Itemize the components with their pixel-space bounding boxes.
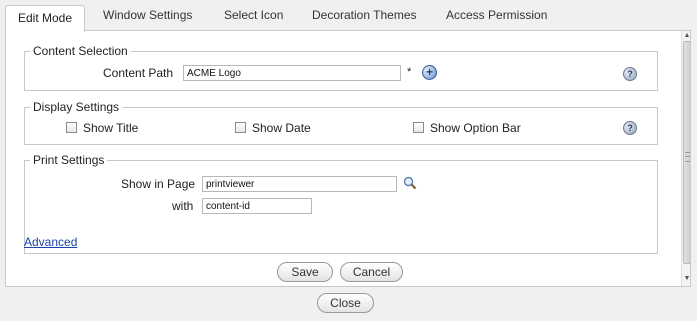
show-date-label: Show Date	[252, 121, 311, 135]
content-selection-section: Content Selection Content Path * + ?	[24, 43, 658, 91]
tab-access-permission[interactable]: Access Permission	[446, 0, 547, 30]
vertical-scrollbar[interactable]: ▲ ▼	[681, 31, 690, 286]
content-selection-legend: Content Selection	[30, 43, 131, 59]
show-in-page-input[interactable]	[202, 176, 397, 192]
tab-window-settings[interactable]: Window Settings	[103, 0, 192, 30]
show-option-bar-checkbox[interactable]	[413, 122, 424, 133]
save-button[interactable]: Save	[277, 262, 333, 282]
scroll-down-icon[interactable]: ▼	[682, 274, 690, 284]
with-input[interactable]	[202, 198, 312, 214]
show-title-label: Show Title	[83, 121, 139, 135]
display-settings-legend: Display Settings	[30, 99, 123, 115]
tab-edit-mode[interactable]: Edit Mode	[5, 5, 85, 32]
show-date-checkbox[interactable]	[235, 122, 246, 133]
tab-bar: Edit Mode Window Settings Select Icon De…	[0, 0, 697, 32]
cancel-button[interactable]: Cancel	[340, 262, 403, 282]
tab-decoration-themes[interactable]: Decoration Themes	[312, 0, 417, 30]
close-button[interactable]: Close	[317, 293, 374, 313]
show-option-bar-label: Show Option Bar	[430, 121, 521, 135]
scrollbar-thumb[interactable]	[683, 41, 690, 264]
print-settings-section: Print Settings Show in Page with	[24, 152, 658, 254]
plus-circle-icon[interactable]: +	[422, 65, 437, 80]
with-label: with	[172, 199, 194, 213]
required-mark: *	[407, 66, 412, 78]
content-path-label: Content Path	[103, 66, 174, 80]
help-icon[interactable]: ?	[623, 67, 637, 81]
advanced-link[interactable]: Advanced	[24, 235, 77, 249]
display-settings-section: Display Settings Show Title Show Date Sh…	[24, 99, 658, 145]
print-settings-legend: Print Settings	[30, 152, 108, 168]
content-path-input[interactable]	[183, 65, 401, 81]
show-in-page-label: Show in Page	[121, 177, 196, 191]
magnifier-icon[interactable]	[403, 176, 417, 190]
help-icon[interactable]: ?	[623, 121, 637, 135]
show-title-checkbox[interactable]	[66, 122, 77, 133]
tab-select-icon[interactable]: Select Icon	[224, 0, 283, 30]
edit-mode-panel: Content Selection Content Path * + ? Dis…	[5, 30, 691, 287]
scroll-up-icon[interactable]: ▲	[682, 31, 690, 41]
